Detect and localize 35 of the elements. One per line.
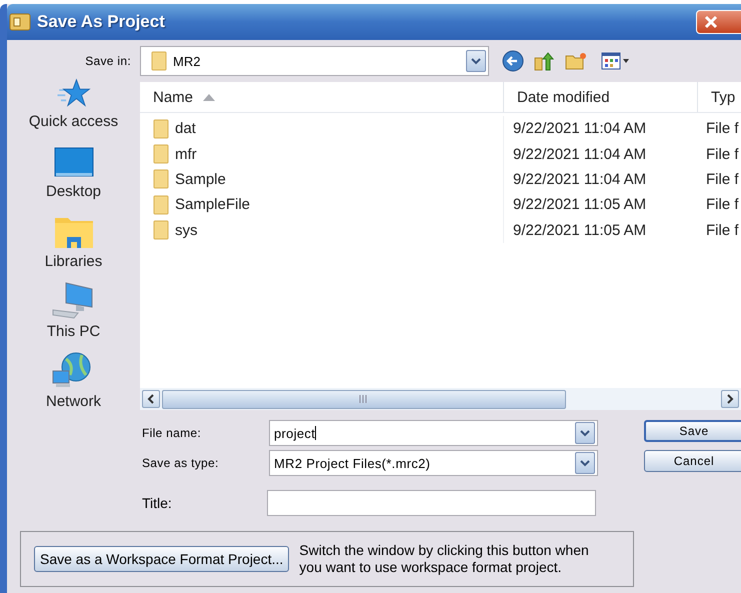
date-modified: 9/22/2021 11:04 AM: [513, 170, 646, 188]
window-title: Save As Project: [37, 12, 166, 32]
dialog-button[interactable]: Save: [644, 420, 741, 442]
file-type: File f: [706, 120, 739, 138]
file-type: File f: [706, 146, 739, 163]
save-in-dropdown[interactable]: MR2: [140, 46, 489, 76]
places-item[interactable]: This PC: [46, 270, 100, 340]
places-item[interactable]: Network: [46, 340, 101, 410]
save-in-label: Save in:: [84, 54, 132, 68]
title-label: Title:: [141, 495, 173, 511]
column-header[interactable]: Typ: [697, 82, 741, 112]
file-name[interactable]: mfr: [175, 146, 197, 163]
workspace-format-button[interactable]: Save as a Workspace Format Project...: [34, 546, 290, 572]
file-name[interactable]: SampleFile: [175, 196, 250, 214]
workspace-note: Switch the window by clicking this button when you want to use workspace format project.: [299, 542, 590, 576]
dialog-button[interactable]: Cancel: [644, 450, 741, 472]
date-modified: 9/22/2021 11:05 AM: [513, 196, 646, 214]
file-type: File f: [706, 222, 739, 239]
date-modified: 9/22/2021 11:04 AM: [513, 146, 646, 163]
places-item[interactable]: Desktop: [46, 130, 102, 200]
file-type: File f: [706, 196, 739, 214]
file-name-label: File name:: [141, 426, 202, 440]
save-as-type-label: Save as type:: [141, 456, 220, 470]
places-item[interactable]: Quick access: [28, 78, 118, 130]
column-header[interactable]: Date modified: [503, 82, 697, 112]
file-name[interactable]: dat: [175, 120, 196, 138]
file-name[interactable]: Sample: [175, 170, 226, 188]
places-item[interactable]: Libraries: [44, 200, 102, 270]
date-modified: 9/22/2021 11:05 AM: [513, 222, 646, 239]
date-modified: 9/22/2021 11:04 AM: [513, 120, 646, 138]
file-name-field[interactable]: project: [269, 420, 598, 446]
save-as-type-dropdown[interactable]: MR2 Project Files(*.mrc2): [269, 450, 598, 476]
column-header[interactable]: Name: [140, 82, 503, 112]
file-type: File f: [706, 170, 739, 188]
file-name[interactable]: sys: [175, 222, 198, 239]
